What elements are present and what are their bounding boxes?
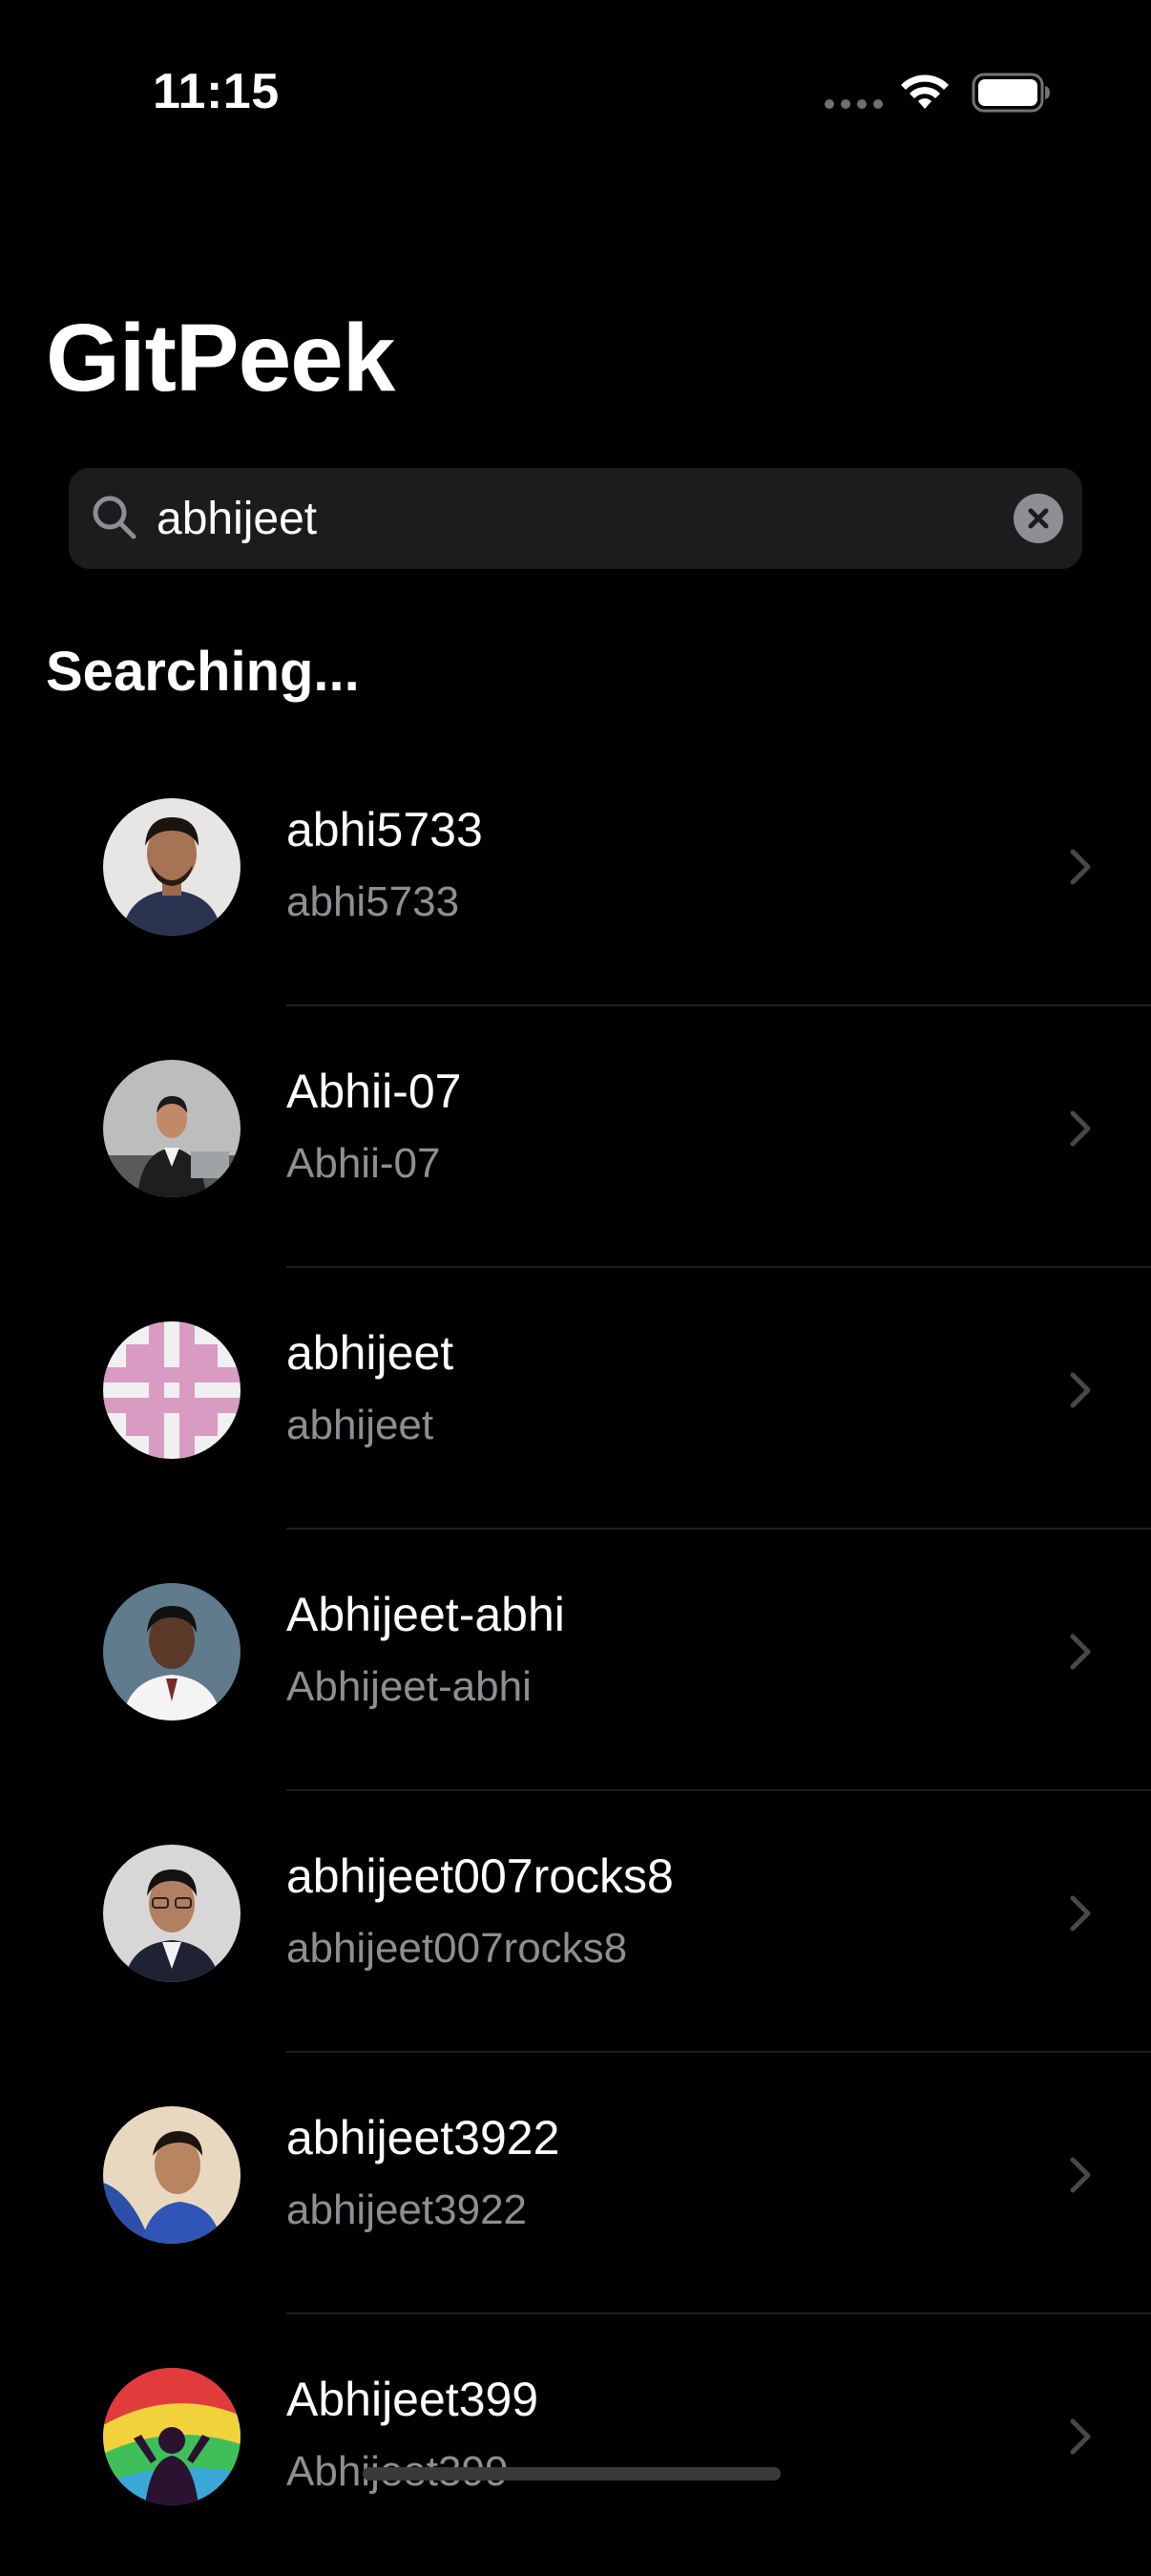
user-name: abhijeet [286, 1326, 454, 1380]
user-login: abhijeet007rocks8 [286, 1925, 628, 1972]
chevron-right-icon [1070, 2157, 1091, 2193]
page-title: GitPeek [46, 305, 395, 412]
chevron-right-icon [1070, 1634, 1091, 1670]
chevron-right-icon [1070, 1895, 1091, 1932]
list-item[interactable]: Abhii-07 Abhii-07 [0, 1006, 1151, 1268]
list-item[interactable]: abhijeet007rocks8 abhijeet007rocks8 [0, 1791, 1151, 2053]
user-name: Abhijeet-abhi [286, 1588, 565, 1641]
avatar [103, 2368, 241, 2505]
avatar [103, 1845, 241, 1982]
user-name: abhijeet007rocks8 [286, 1849, 674, 1903]
user-name: Abhijeet399 [286, 2373, 539, 2426]
cellular-signal-icon [825, 99, 883, 109]
wifi-icon [901, 74, 949, 109]
user-name: abhijeet3922 [286, 2111, 560, 2164]
list-item[interactable]: abhi5733 abhi5733 [0, 745, 1151, 1006]
list-item[interactable]: abhijeet abhijeet [0, 1268, 1151, 1530]
avatar [103, 1583, 241, 1721]
user-login: abhijeet [286, 1402, 434, 1448]
chevron-right-icon [1070, 2418, 1091, 2455]
close-icon [1028, 508, 1049, 529]
status-time: 11:15 [153, 64, 280, 119]
clear-search-button[interactable] [1014, 494, 1063, 543]
avatar [103, 798, 241, 936]
search-bar[interactable] [69, 468, 1082, 569]
avatar [103, 1060, 241, 1197]
user-name: abhi5733 [286, 803, 483, 856]
user-login: abhi5733 [286, 878, 460, 925]
search-icon [93, 496, 136, 539]
battery-icon [972, 73, 1050, 113]
list-item[interactable]: Abhijeet399 Abhijeet399 [0, 2314, 1151, 2576]
user-login: Abhii-07 [286, 1140, 441, 1187]
user-name: Abhii-07 [286, 1065, 462, 1118]
list-item[interactable]: abhijeet3922 abhijeet3922 [0, 2053, 1151, 2314]
chevron-right-icon [1070, 849, 1091, 885]
search-status-text: Searching... [46, 641, 360, 703]
search-input[interactable] [157, 468, 996, 569]
home-indicator [363, 2467, 781, 2481]
status-bar: 11:15 [0, 0, 1151, 191]
chevron-right-icon [1070, 1110, 1091, 1147]
user-login: Abhijeet-abhi [286, 1663, 532, 1710]
chevron-right-icon [1070, 1372, 1091, 1408]
user-results-list: abhi5733 abhi5733 Abhii-07 Abhii-07 abhi… [0, 745, 1151, 2576]
avatar [103, 2106, 241, 2244]
user-login: abhijeet3922 [286, 2186, 528, 2233]
list-item[interactable]: Abhijeet-abhi Abhijeet-abhi [0, 1530, 1151, 1791]
avatar [103, 1321, 241, 1459]
